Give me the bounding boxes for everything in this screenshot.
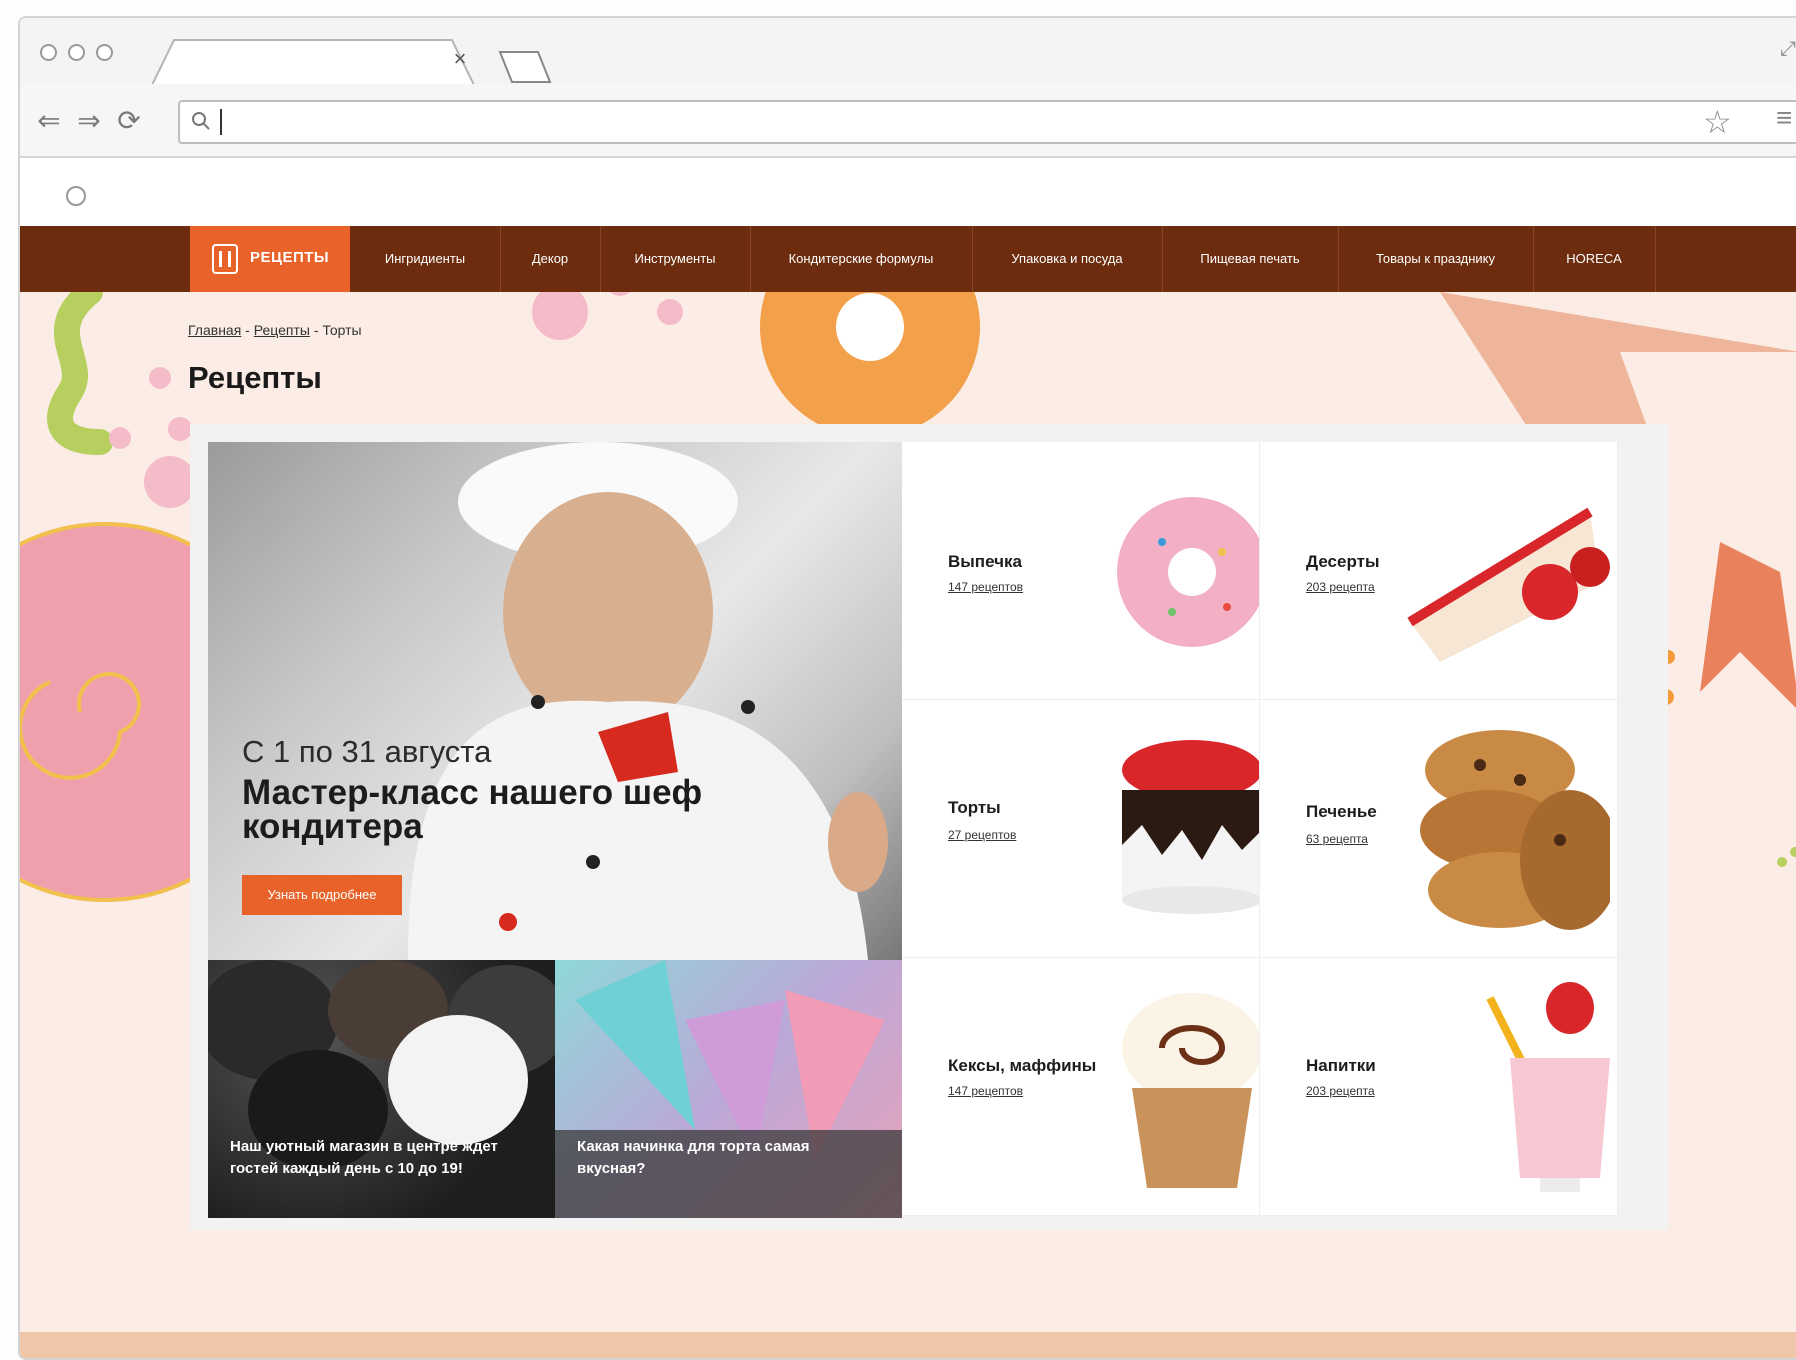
- hero-title: Мастер-класс нашего шеф кондитера: [242, 773, 703, 846]
- breadcrumb-current: Торты: [322, 322, 362, 338]
- nav-item-tools[interactable]: Инструменты: [600, 226, 751, 292]
- donut-image: [1117, 497, 1259, 647]
- recipes-grid-card: С 1 по 31 августа Мастер-класс нашего ше…: [190, 424, 1668, 1230]
- nav-item-horeca[interactable]: HORECA: [1533, 226, 1656, 292]
- nav-recipes-logo[interactable]: РЕЦЕПТЫ: [190, 226, 350, 292]
- breadcrumb-separator: -: [241, 322, 254, 338]
- forward-arrow-icon[interactable]: ⇒: [74, 106, 104, 136]
- browser-toolbar: ⇐ ⇒ ⟳ ☆: [20, 84, 1796, 158]
- nav-item-ingredients[interactable]: Ингридиенты: [350, 226, 501, 292]
- cheesecake-image: [1407, 507, 1610, 662]
- category-count-link[interactable]: 27 рецептов: [948, 828, 1016, 842]
- bookmarks-bar: [20, 158, 1796, 226]
- window-close-dot[interactable]: [40, 44, 57, 61]
- news-tile-filling[interactable]: Какая начинка для торта самая вкусная?: [555, 960, 902, 1218]
- category-name: Торты: [948, 798, 1001, 817]
- category-name: Десерты: [1306, 552, 1380, 571]
- hero-date: С 1 по 31 августа: [242, 734, 492, 769]
- nav-item-food-print[interactable]: Пищевая печать: [1162, 226, 1339, 292]
- category-count-link[interactable]: 203 рецепта: [1306, 1084, 1375, 1098]
- category-count-link[interactable]: 147 рецептов: [948, 580, 1023, 594]
- bookmark-circle-icon[interactable]: [66, 186, 86, 206]
- category-name: Кексы, маффины: [948, 1056, 1097, 1075]
- breadcrumb: Главная - Рецепты - Торты: [188, 322, 362, 338]
- category-tile-cakes[interactable]: Торты 27 рецептов: [902, 700, 1260, 958]
- cake-image: [1122, 740, 1259, 914]
- breadcrumb-separator: -: [309, 322, 323, 338]
- nav-item-packaging[interactable]: Упаковка и посуда: [972, 226, 1163, 292]
- category-count-link[interactable]: 147 рецептов: [948, 1084, 1023, 1098]
- hero-learn-more-button[interactable]: Узнать подробнее: [242, 875, 402, 915]
- window-maximize-dot[interactable]: [96, 44, 113, 61]
- search-icon: [192, 112, 210, 130]
- category-name: Печенье: [1306, 802, 1377, 821]
- hero-banner[interactable]: С 1 по 31 августа Мастер-класс нашего ше…: [208, 442, 902, 960]
- window-minimize-dot[interactable]: [68, 44, 85, 61]
- page-content: Главная - Рецепты - Торты Рецепты С 1 по…: [20, 292, 1796, 1358]
- hamburger-icon[interactable]: ≡: [1776, 102, 1792, 134]
- star-icon[interactable]: ☆: [1703, 104, 1732, 140]
- reload-icon[interactable]: ⟳: [114, 106, 144, 136]
- breadcrumb-recipes-link[interactable]: Рецепты: [254, 322, 310, 338]
- browser-window: × ⤢ ⇐ ⇒ ⟳ ☆ ≡ РЕЦЕПТЫ Ингридиенты Декор …: [18, 16, 1796, 1360]
- new-tab-button[interactable]: [498, 48, 558, 84]
- site-nav: РЕЦЕПТЫ Ингридиенты Декор Инструменты Ко…: [20, 226, 1796, 292]
- footer-bar: [20, 1332, 1796, 1358]
- category-tile-drinks[interactable]: Напитки 203 рецепта: [1260, 958, 1618, 1216]
- fullscreen-icon[interactable]: ⤢: [1780, 38, 1796, 61]
- nav-item-formulas[interactable]: Кондитерские формулы: [750, 226, 973, 292]
- category-tile-cookies[interactable]: Печенье 63 рецепта: [1260, 700, 1618, 958]
- tab-bar: × ⤢: [20, 18, 1796, 86]
- category-tile-baking[interactable]: Выпечка 147 рецептов: [902, 442, 1260, 700]
- nav-item-decor[interactable]: Декор: [500, 226, 601, 292]
- cupcake-image: [1122, 993, 1259, 1188]
- text-caret: [220, 109, 222, 135]
- category-name: Выпечка: [948, 552, 1022, 571]
- news-tile-store[interactable]: Наш уютный магазин в центре ждет гостей …: [208, 960, 555, 1218]
- page-title: Рецепты: [188, 360, 322, 395]
- breadcrumb-home-link[interactable]: Главная: [188, 322, 241, 338]
- news-tile-caption: Какая начинка для торта самая вкусная?: [577, 1138, 810, 1177]
- browser-tab[interactable]: [152, 38, 492, 86]
- category-name: Напитки: [1306, 1056, 1376, 1075]
- cookies-image: [1420, 730, 1610, 930]
- recipes-logo-icon: [212, 244, 238, 274]
- nav-item-holiday-goods[interactable]: Товары к празднику: [1338, 226, 1534, 292]
- news-tile-caption: Наш уютный магазин в центре ждет гостей …: [230, 1138, 498, 1177]
- milkshake-image: [1486, 982, 1610, 1192]
- category-count-link[interactable]: 203 рецепта: [1306, 580, 1375, 594]
- category-tile-desserts[interactable]: Десерты 203 рецепта: [1260, 442, 1618, 700]
- nav-recipes-label: РЕЦЕПТЫ: [250, 249, 330, 266]
- address-bar[interactable]: ☆: [178, 100, 1796, 144]
- category-tile-muffins[interactable]: Кексы, маффины 147 рецептов: [902, 958, 1260, 1216]
- category-count-link[interactable]: 63 рецепта: [1306, 832, 1368, 846]
- tab-close-icon[interactable]: ×: [450, 48, 470, 70]
- back-arrow-icon[interactable]: ⇐: [34, 106, 64, 136]
